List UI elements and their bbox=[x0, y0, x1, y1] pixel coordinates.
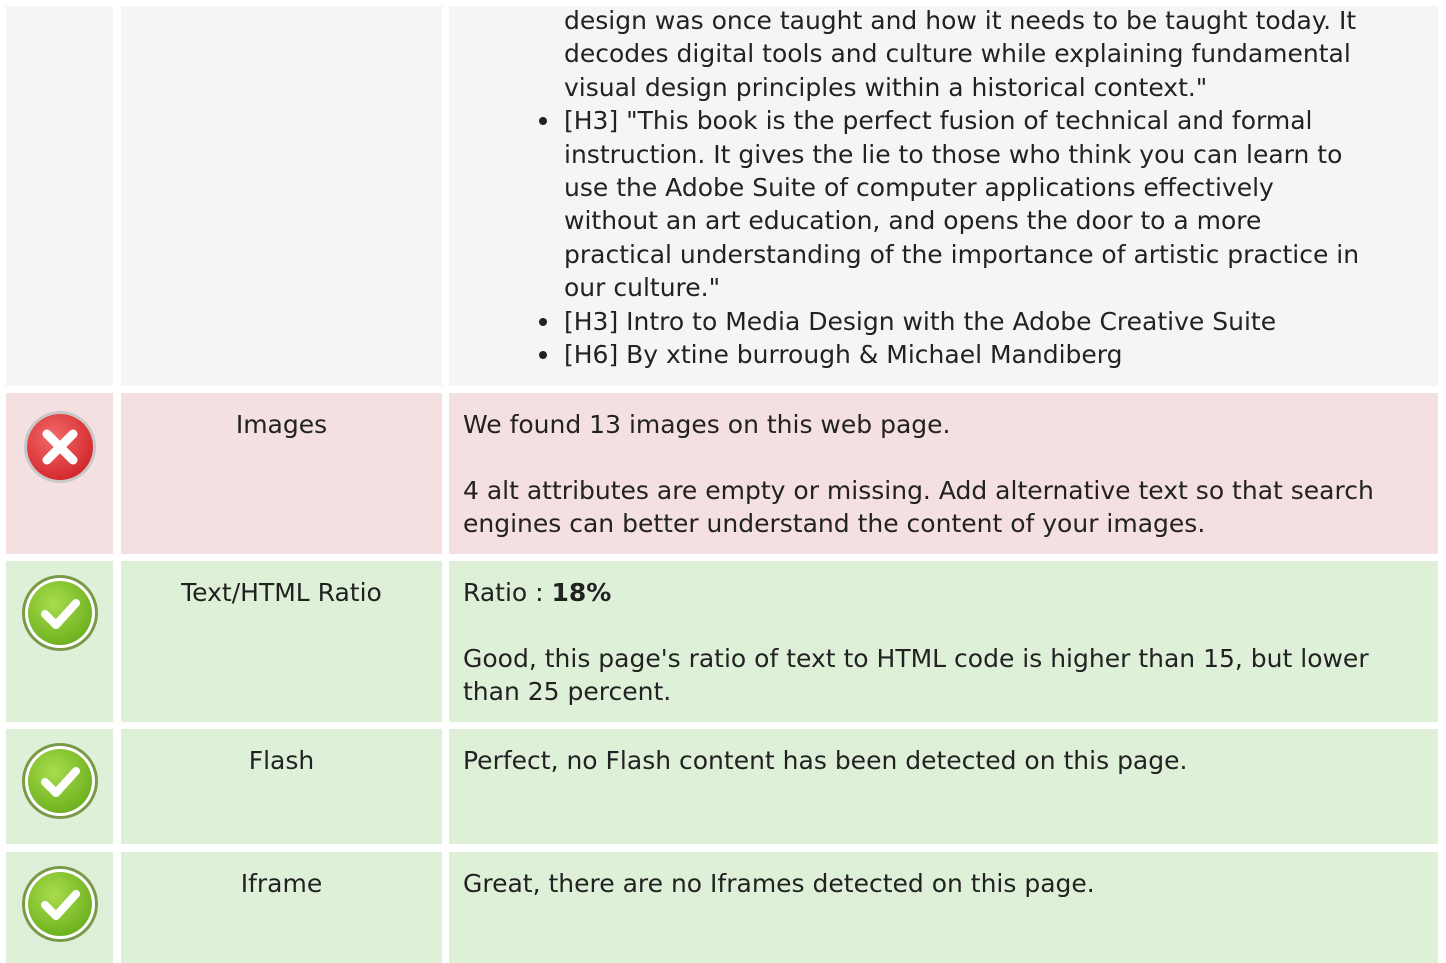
ratio-value-line: Ratio : 18% bbox=[463, 576, 1424, 609]
heading-item-line: practical understanding of the importanc… bbox=[564, 239, 1360, 269]
ratio-body-cell: Ratio : 18% Good, this page's ratio of t… bbox=[449, 561, 1438, 722]
iframe-description: Great, there are no Iframes detected on … bbox=[449, 852, 1438, 900]
heading-item-line: visual design principles within a histor… bbox=[564, 72, 1208, 102]
heading-item-line: [H3] "This book is the perfect fusion of… bbox=[564, 106, 1313, 136]
iframe-label-cell: Iframe bbox=[121, 852, 442, 963]
ratio-advice-text: Good, this page's ratio of text to HTML … bbox=[463, 644, 1369, 706]
headings-label-cell bbox=[121, 6, 442, 386]
images-row: Images We found 13 images on this web pa… bbox=[0, 393, 1446, 554]
heading-item: design was once taught and how it needs … bbox=[564, 4, 1438, 104]
ratio-value: 18% bbox=[551, 578, 612, 607]
images-label-cell: Images bbox=[121, 393, 442, 554]
images-icon-cell bbox=[6, 393, 113, 554]
flash-body-cell: Perfect, no Flash content has been detec… bbox=[449, 729, 1438, 844]
images-alt-advice-text: 4 alt attributes are empty or missing. A… bbox=[463, 476, 1374, 538]
seo-report-page: design was once taught and how it needs … bbox=[0, 0, 1446, 963]
heading-item: [H6] By xtine burrough & Michael Mandibe… bbox=[539, 338, 1438, 371]
flash-label: Flash bbox=[248, 746, 315, 775]
iframe-status-text: Great, there are no Iframes detected on … bbox=[463, 869, 1095, 898]
ratio-icon-cell bbox=[6, 561, 113, 722]
heading-item-line: [H3] Intro to Media Design with the Adob… bbox=[564, 306, 1277, 336]
ratio-label-cell: Text/HTML Ratio bbox=[121, 561, 442, 722]
iframe-body-cell: Great, there are no Iframes detected on … bbox=[449, 852, 1438, 963]
iframe-icon-cell bbox=[6, 852, 113, 963]
heading-item-line: without an art education, and opens the … bbox=[564, 206, 1262, 236]
error-x-icon bbox=[24, 411, 96, 483]
heading-item-line: instruction. It gives the lie to those w… bbox=[564, 139, 1343, 169]
iframe-label: Iframe bbox=[240, 869, 323, 898]
flash-description: Perfect, no Flash content has been detec… bbox=[449, 729, 1438, 777]
iframe-row: Iframe Great, there are no Iframes detec… bbox=[0, 852, 1446, 963]
heading-item-line: decodes digital tools and culture while … bbox=[564, 39, 1351, 69]
flash-icon-cell bbox=[6, 729, 113, 844]
images-count-text: We found 13 images on this web page. bbox=[463, 410, 951, 439]
heading-item-line: [H6] By xtine burrough & Michael Mandibe… bbox=[564, 340, 1123, 370]
heading-item-line: use the Adobe Suite of computer applicat… bbox=[564, 173, 1274, 203]
images-body-cell: We found 13 images on this web page. 4 a… bbox=[449, 393, 1438, 554]
images-description: We found 13 images on this web page. 4 a… bbox=[449, 393, 1438, 540]
ratio-description: Ratio : 18% Good, this page's ratio of t… bbox=[449, 561, 1438, 708]
flash-status-text: Perfect, no Flash content has been detec… bbox=[463, 746, 1188, 775]
heading-item: [H3] "This book is the perfect fusion of… bbox=[539, 104, 1438, 304]
heading-item-line: design was once taught and how it needs … bbox=[564, 6, 1357, 35]
headings-row: design was once taught and how it needs … bbox=[0, 0, 1446, 386]
ratio-label: Text/HTML Ratio bbox=[181, 578, 382, 607]
headings-icon-cell bbox=[6, 6, 113, 386]
ratio-prefix: Ratio : bbox=[463, 578, 552, 607]
headings-body-cell: design was once taught and how it needs … bbox=[449, 6, 1438, 386]
ratio-row: Text/HTML Ratio Ratio : 18% Good, this p… bbox=[0, 561, 1446, 722]
check-icon bbox=[22, 866, 98, 942]
check-icon bbox=[22, 743, 98, 819]
flash-row: Flash Perfect, no Flash content has been… bbox=[0, 729, 1446, 844]
headings-list: design was once taught and how it needs … bbox=[449, 4, 1438, 371]
flash-label-cell: Flash bbox=[121, 729, 442, 844]
check-icon bbox=[22, 575, 98, 651]
images-label: Images bbox=[235, 410, 328, 439]
heading-item: [H3] Intro to Media Design with the Adob… bbox=[539, 305, 1438, 338]
heading-item-line: our culture." bbox=[564, 273, 721, 303]
